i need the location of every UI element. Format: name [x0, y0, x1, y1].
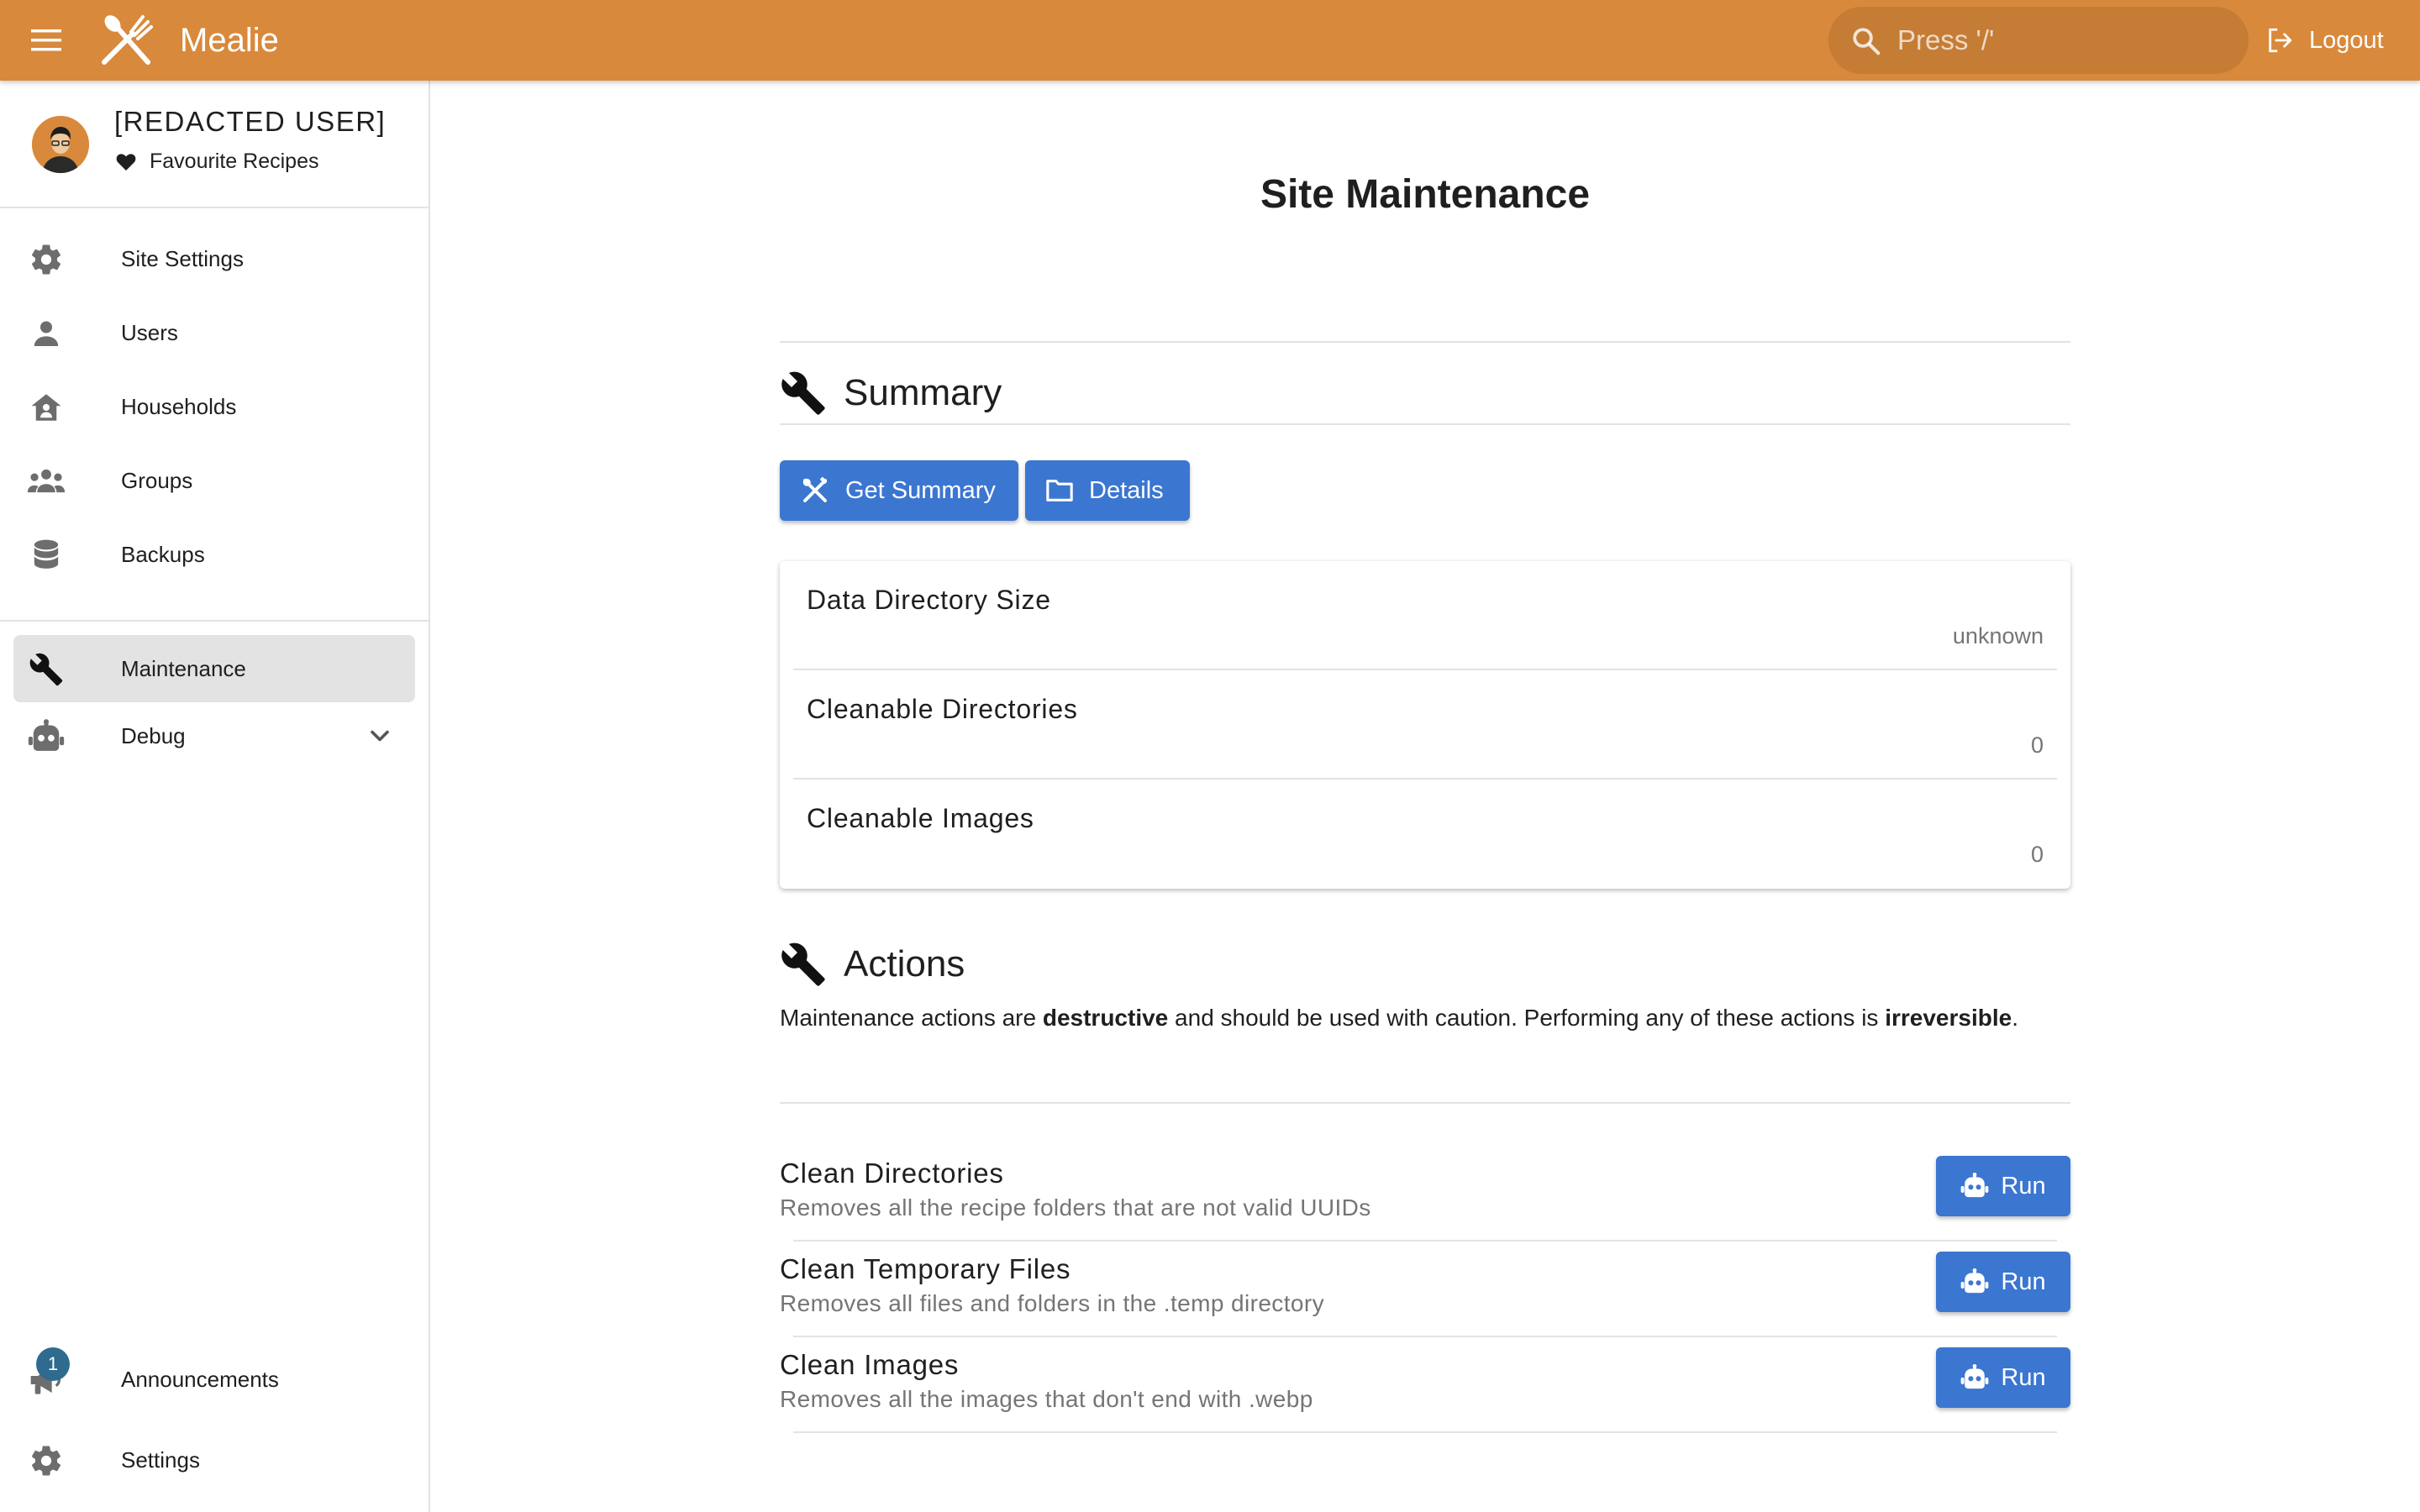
- robot-icon: [27, 717, 66, 756]
- action-title: Clean Temporary Files: [780, 1253, 1071, 1284]
- summary-row: Cleanable Directories 0: [793, 670, 2057, 780]
- get-summary-button[interactable]: Get Summary: [780, 460, 1018, 521]
- summary-row-value: 0: [2030, 842, 2044, 867]
- sidebar-item-announcements[interactable]: Announcements: [13, 1346, 415, 1413]
- caution-text: Maintenance actions are destructive and …: [780, 1001, 2040, 1035]
- favourite-recipes-label: Favourite Recipes: [150, 150, 319, 173]
- run-clean-images-button[interactable]: Run: [1936, 1347, 2070, 1408]
- divider: [780, 341, 2070, 343]
- robot-icon: [1961, 1268, 1989, 1294]
- run-label: Run: [2001, 1172, 2046, 1200]
- run-label: Run: [2001, 1363, 2046, 1391]
- sidebar: [REDACTED USER] Favourite Recipes Site S…: [0, 81, 430, 1512]
- divider: [780, 1102, 2070, 1104]
- heart-icon: [116, 153, 136, 171]
- section-title: Actions: [844, 943, 965, 984]
- summary-row-value: 0: [2030, 732, 2044, 758]
- caution-text-start: Maintenance actions are: [780, 1005, 1043, 1031]
- logout-icon: [2269, 28, 2292, 53]
- logout-label: Logout: [2309, 26, 2384, 54]
- wrench-icon: [781, 942, 825, 986]
- robot-icon: [1961, 1173, 1989, 1198]
- sidebar-item-users[interactable]: Users: [13, 299, 415, 366]
- menu-button[interactable]: [22, 18, 71, 62]
- sidebar-item-label: Debug: [121, 722, 186, 748]
- sidebar-item-debug[interactable]: Debug: [13, 702, 415, 769]
- user-profile: [REDACTED USER] Favourite Recipes: [0, 81, 429, 208]
- sidebar-item-label: Maintenance: [121, 655, 246, 681]
- divider: [780, 423, 2070, 425]
- caution-text-end: .: [2012, 1005, 2018, 1031]
- sidebar-divider: [0, 620, 429, 622]
- summary-section-header: Summary: [780, 370, 1002, 417]
- row-divider: [793, 1431, 2057, 1433]
- announcements-badge: 1: [36, 1347, 70, 1381]
- summary-row-label: Cleanable Directories: [807, 694, 1078, 724]
- logout-button[interactable]: Logout: [2265, 18, 2384, 62]
- sidebar-item-backups[interactable]: Backups: [13, 521, 415, 588]
- summary-row: Data Directory Size unknown: [793, 561, 2057, 670]
- user-icon: [27, 314, 66, 353]
- folder-icon: [1045, 478, 1074, 503]
- section-title: Summary: [844, 372, 1002, 413]
- run-clean-temporary-files-button[interactable]: Run: [1936, 1252, 2070, 1312]
- run-label: Run: [2001, 1268, 2046, 1295]
- app-title[interactable]: Mealie: [180, 0, 279, 81]
- chevron-down-icon[interactable]: [365, 721, 395, 751]
- sidebar-item-label: Settings: [121, 1446, 200, 1473]
- wrench-icon: [781, 371, 825, 415]
- caution-destructive: destructive: [1042, 1005, 1169, 1031]
- mealie-logo-icon[interactable]: [96, 12, 156, 69]
- action-description: Removes all files and folders in the .te…: [780, 1290, 1324, 1316]
- sidebar-item-label: Groups: [121, 467, 193, 493]
- sidebar-item-label: Users: [121, 319, 178, 345]
- summary-row-value: unknown: [1952, 623, 2044, 648]
- caution-text-middle: and should be used with caution. Perform…: [1168, 1005, 1886, 1031]
- database-icon: [27, 536, 66, 575]
- sidebar-item-groups[interactable]: Groups: [13, 447, 415, 514]
- details-label: Details: [1089, 476, 1164, 504]
- tools-icon: [800, 475, 830, 506]
- action-title: Clean Directories: [780, 1158, 1004, 1189]
- app-header: Mealie Logout: [0, 0, 2420, 81]
- sidebar-item-maintenance[interactable]: Maintenance: [13, 635, 415, 702]
- avatar[interactable]: [32, 116, 89, 173]
- search-icon: [1853, 28, 1881, 55]
- details-button[interactable]: Details: [1025, 460, 1190, 521]
- run-clean-directories-button[interactable]: Run: [1936, 1156, 2070, 1216]
- sidebar-item-households[interactable]: Households: [13, 373, 415, 440]
- groups-icon: [27, 462, 66, 501]
- favourite-recipes-link[interactable]: Favourite Recipes: [116, 150, 318, 174]
- summary-row: Cleanable Images 0: [793, 780, 2057, 889]
- sidebar-item-settings[interactable]: Settings: [13, 1426, 415, 1494]
- search-input[interactable]: [1897, 7, 2225, 74]
- action-item: Clean Temporary Files Removes all files …: [780, 1242, 2070, 1337]
- action-description: Removes all the images that don't end wi…: [780, 1386, 1313, 1412]
- action-item: Clean Images Removes all the images that…: [780, 1337, 2070, 1433]
- sidebar-item-label: Households: [121, 393, 237, 419]
- sidebar-item-site-settings[interactable]: Site Settings: [13, 225, 415, 292]
- action-title: Clean Images: [780, 1349, 960, 1380]
- avatar-image-icon: [32, 116, 89, 173]
- action-description: Removes all the recipe folders that are …: [780, 1194, 1371, 1221]
- get-summary-label: Get Summary: [845, 476, 996, 504]
- household-icon: [27, 388, 66, 427]
- sidebar-item-label: Backups: [121, 541, 205, 567]
- summary-card: Data Directory Size unknown Cleanable Di…: [780, 561, 2070, 889]
- wrench-icon: [27, 650, 66, 689]
- search-bar[interactable]: [1828, 7, 2249, 74]
- user-name: [REDACTED USER]: [114, 106, 387, 137]
- summary-row-label: Data Directory Size: [807, 585, 1051, 615]
- hamburger-icon: [31, 29, 61, 51]
- robot-icon: [1961, 1364, 1989, 1389]
- caution-irreversible: irreversible: [1885, 1005, 2012, 1031]
- gear-icon: [27, 1441, 66, 1480]
- sidebar-item-label: Site Settings: [121, 245, 244, 271]
- page-title: Site Maintenance: [1260, 172, 1591, 217]
- sidebar-item-label: Announcements: [121, 1366, 279, 1392]
- action-item: Clean Directories Removes all the recipe…: [780, 1146, 2070, 1242]
- summary-row-label: Cleanable Images: [807, 803, 1034, 833]
- gear-icon: [27, 240, 66, 279]
- actions-section-header: Actions: [780, 941, 965, 988]
